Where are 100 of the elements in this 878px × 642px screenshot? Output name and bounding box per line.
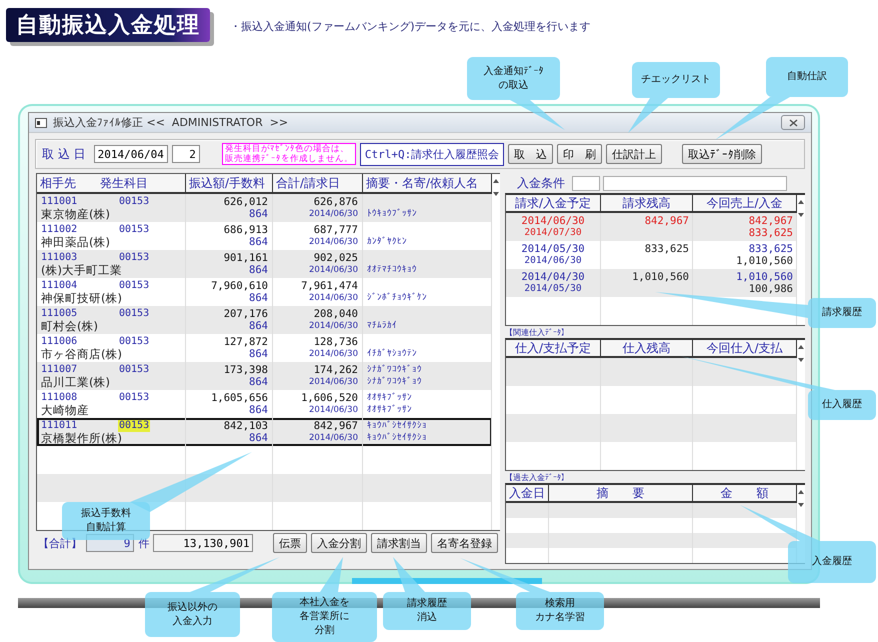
number-field[interactable]: 2	[172, 145, 200, 163]
invoice-date: 2014/06/30	[309, 404, 358, 416]
customer-name: 品川工業(株)	[41, 376, 111, 388]
payer-name: ｼﾞﾝﾎﾞﾁｮｳｷﾞｹﾝ	[367, 292, 428, 304]
callout-tooltip: 検索用 カナ名学習	[516, 592, 604, 630]
table-row[interactable]: 2014/04/30 2014/05/30 1,010,560 1,010,560 100,986	[506, 269, 797, 297]
customer-name: 町村会(株)	[41, 320, 99, 332]
column-header: 相手先	[40, 174, 76, 192]
customer-code: 111004	[41, 280, 78, 292]
invoice-date: 2014/06/30	[309, 432, 358, 444]
due-date: 2014/05/30	[524, 283, 582, 295]
due-date: 2014/07/30	[524, 227, 582, 239]
scroll-up-icon[interactable]	[797, 344, 805, 350]
condition-name-field[interactable]	[603, 176, 787, 190]
scroll-down-icon[interactable]	[492, 191, 500, 197]
action-button[interactable]: 名寄名登録	[430, 533, 498, 553]
fee: 864	[249, 236, 268, 248]
page-description: ・振込入金通知(ファームバンキング)データを元に、入金処理を行います	[230, 19, 591, 34]
callout-tooltip: 振込手数料 自動計算	[62, 502, 150, 540]
date-label: 取 込 日	[42, 146, 86, 162]
total-amount: 174,262	[314, 364, 358, 376]
fee: 864	[249, 208, 268, 220]
scroll-up-icon[interactable]	[797, 199, 805, 205]
table-row[interactable]: 2014/06/30 2014/07/30 842,967 842,967 833,625	[506, 213, 797, 241]
table-row[interactable]: 111001 00153 東京物産(株) 626,012 864 626,876 2014/06/30 ﾄｳｷｮｳﾌﾞｯｻﾝ	[37, 194, 492, 222]
customer-code: 111003	[41, 252, 78, 264]
column-header: 仕入/支払予定	[514, 340, 592, 357]
condition-code-field[interactable]	[572, 176, 600, 190]
invoice-date: 2014/06/30	[309, 264, 358, 276]
payer-name: ｵｵｻｷﾌﾞｯｻﾝ	[367, 404, 413, 416]
column-header: 請求/入金予定	[514, 195, 592, 212]
payer-name: ｵｵｻｷﾌﾞｯｻﾝ	[367, 392, 413, 404]
scroll-down-icon[interactable]	[797, 212, 805, 218]
customer-name: 東京物産(株)	[41, 208, 111, 220]
table-row[interactable]: 111005 00153 町村会(株) 207,176 864 208,040 2014/06/30 ﾏﾁﾑﾗｶｲ	[37, 306, 492, 334]
account-code: 00153	[118, 196, 150, 208]
table-row[interactable]: 111003 00153 (株)大手町工業 901,161 864 902,025 2014/06/30 ｵｵﾃﾏﾁｺｳｷｮｳ	[37, 250, 492, 278]
shortcut-hint: Ctrl+Q:請求仕入履歴照会	[360, 142, 504, 166]
column-header: 合計/請求日	[276, 174, 340, 192]
table-row[interactable]: 111011 00153 京橋製作所(株) 842,103 864 842,967 2014/06/30 ｷｮｳﾊﾞｼｾｲｻｸｼｮ ｷｮｳﾊﾞｼｾｲｻｸｼｮ	[37, 418, 492, 446]
action-button[interactable]: 入金分割	[310, 533, 367, 553]
scroll-up-icon[interactable]	[797, 489, 805, 495]
account-code: 00153	[118, 280, 150, 292]
payer-name: ｼﾅｶﾞﾜｺｳｷﾞｮｳ	[367, 364, 423, 376]
customer-code: 111007	[41, 364, 78, 376]
callout-tooltip: 仕入履歴	[808, 390, 876, 420]
amount: 901,161	[224, 252, 268, 264]
invoice-date: 2014/06/30	[309, 376, 358, 388]
payer-name: ｵｵﾃﾏﾁｺｳｷｮｳ	[367, 264, 418, 276]
callout-pointer	[320, 557, 343, 592]
total-amount: 842,967	[314, 420, 358, 432]
account-code: 00153	[118, 224, 150, 236]
notice-text: 発生科目がﾏｾﾞﾝﾀ色の場合は、 販売連携ﾃﾞｰﾀを作成しません。	[222, 143, 356, 165]
column-header: 振込額/手数料	[189, 174, 266, 192]
deposit-amount: 1,010,560	[736, 255, 793, 267]
scroll-down-icon[interactable]	[797, 357, 805, 363]
scroll-down-icon[interactable]	[797, 502, 805, 508]
total-amount: 208,040	[314, 308, 358, 320]
column-header: 今回仕入/支払	[706, 340, 783, 357]
customer-name: 市ヶ谷商店(株)	[41, 348, 123, 360]
total-amount: 626,876	[314, 196, 358, 208]
total-amount: 902,025	[314, 252, 358, 264]
toolbar-button[interactable]: 取 込	[508, 144, 554, 164]
total-amount: 128,736	[314, 336, 358, 348]
due-date: 2014/06/30	[524, 255, 582, 267]
table-row[interactable]: 111007 00153 品川工業(株) 173,398 864 174,262 2014/06/30 ｼﾅｶﾞﾜｺｳｷﾞｮｳ ｼﾅｶﾞﾜｺｳｷﾞｮｳ	[37, 362, 492, 390]
invoice-date: 2014/06/30	[309, 208, 358, 220]
toolbar-button[interactable]: 印 刷	[557, 144, 602, 164]
callout-tooltip: 自動仕訳	[766, 57, 848, 97]
payer-name: ﾄｳｷｮｳﾌﾞｯｻﾝ	[367, 208, 418, 220]
fee: 864	[249, 292, 268, 304]
action-button[interactable]: 請求割当	[370, 533, 427, 553]
section-caption: 【関連仕入ﾃﾞｰﾀ】	[505, 326, 570, 338]
fee: 864	[249, 348, 268, 360]
account-code: 00153	[118, 308, 150, 320]
toolbar-button[interactable]: 取込ﾃﾞｰﾀ削除	[682, 144, 762, 164]
date-field[interactable]: 2014/06/04	[94, 145, 168, 163]
condition-label: 入金条件	[517, 174, 565, 192]
column-header: 発生科目	[100, 174, 148, 192]
customer-code: 111001	[41, 196, 78, 208]
billing-date: 2014/05/30	[521, 243, 585, 255]
customer-name: 大崎物産	[41, 404, 90, 416]
deposit-amount: 833,625	[748, 227, 793, 239]
scroll-up-icon[interactable]	[492, 178, 500, 184]
account-code: 00153	[118, 420, 150, 432]
action-button[interactable]: 伝票	[272, 533, 307, 553]
deposit-amount: 100,986	[748, 283, 793, 295]
billing-date: 2014/06/30	[521, 215, 585, 227]
payer-name: ﾏﾁﾑﾗｶｲ	[367, 320, 398, 332]
payer-name: ｲﾁｶﾞﾔｼｮｳﾃﾝ	[367, 348, 418, 360]
amount: 1,605,656	[211, 392, 268, 404]
toolbar-button[interactable]: 仕訳計上	[606, 144, 662, 164]
page-title: 自動振込入金処理	[6, 8, 210, 42]
amount: 7,960,610	[211, 280, 268, 292]
sales-amount: 833,625	[748, 243, 793, 255]
invoice-date: 2014/06/30	[309, 320, 358, 332]
account-code: 00153	[118, 364, 150, 376]
callout-tooltip: 振込以外の 入金入力	[145, 592, 240, 637]
fee: 864	[249, 264, 268, 276]
close-button[interactable]	[781, 115, 805, 130]
